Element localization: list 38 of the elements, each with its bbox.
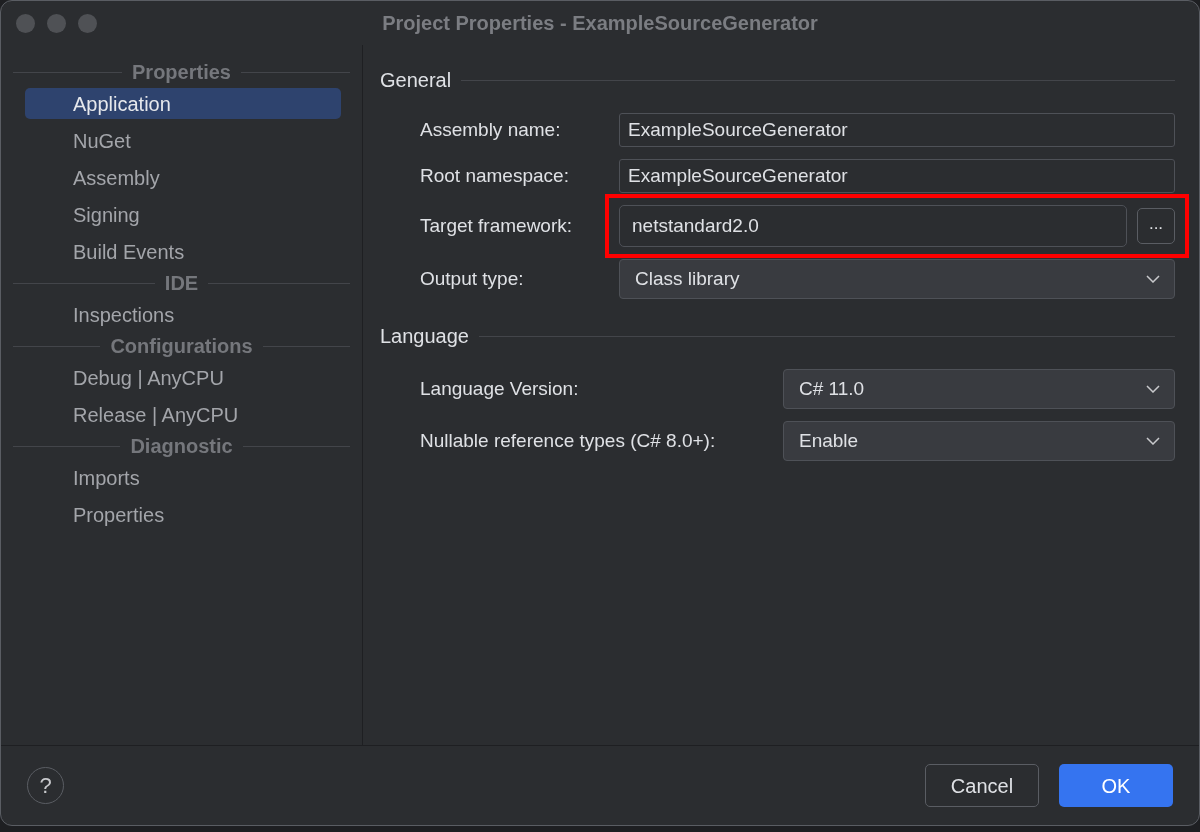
chevron-down-icon (1146, 275, 1160, 283)
sidebar-item[interactable]: Inspections (25, 299, 341, 330)
window-control-icon[interactable] (16, 13, 35, 33)
chevron-down-icon (1146, 385, 1160, 393)
sidebar-item[interactable]: Signing (25, 199, 341, 230)
section-title: General (380, 68, 452, 93)
sidebar-item[interactable]: NuGet (25, 125, 341, 156)
dropdown[interactable]: Class library (619, 259, 1175, 299)
sidebar-item[interactable]: Assembly (25, 162, 341, 193)
field-label: Root namespace: (420, 163, 570, 188)
sidebar-item[interactable]: Build Events (25, 236, 341, 267)
sidebar-item[interactable]: Imports (25, 462, 341, 493)
sidebar-group-header: Configurations (110, 334, 253, 359)
chevron-down-icon (1146, 437, 1160, 445)
sidebar-group-header: Diagnostic (130, 434, 233, 459)
field-label: Output type: (420, 266, 525, 291)
text-field[interactable]: netstandard2.0 (619, 205, 1127, 247)
dropdown[interactable]: C# 11.0 (783, 369, 1175, 409)
window-title: Project Properties - ExampleSourceGenerator (382, 11, 818, 36)
section-title: Language (380, 324, 469, 349)
field-label: Nullable reference types (C# 8.0+): (420, 428, 717, 453)
field-label: Assembly name: (420, 117, 562, 142)
cancel-button[interactable]: Cancel (925, 764, 1039, 807)
window-control-icon[interactable] (47, 13, 66, 33)
browse-button[interactable]: ... (1137, 208, 1175, 244)
ok-button[interactable]: OK (1059, 764, 1173, 807)
sidebar-item[interactable]: Application (25, 88, 341, 119)
sidebar-item[interactable]: Debug | AnyCPU (25, 362, 341, 393)
sidebar-item[interactable]: Release | AnyCPU (25, 399, 341, 430)
dropdown[interactable]: Enable (783, 421, 1175, 461)
window-control-icon[interactable] (78, 13, 97, 33)
text-field[interactable]: ExampleSourceGenerator (619, 113, 1175, 147)
text-field[interactable]: ExampleSourceGenerator (619, 159, 1175, 193)
field-label: Language Version: (420, 376, 580, 401)
sidebar-group-header: IDE (164, 271, 199, 296)
sidebar-item[interactable]: Properties (25, 499, 341, 530)
field-label: Target framework: (420, 213, 574, 238)
sidebar-group-header: Properties (132, 60, 231, 85)
